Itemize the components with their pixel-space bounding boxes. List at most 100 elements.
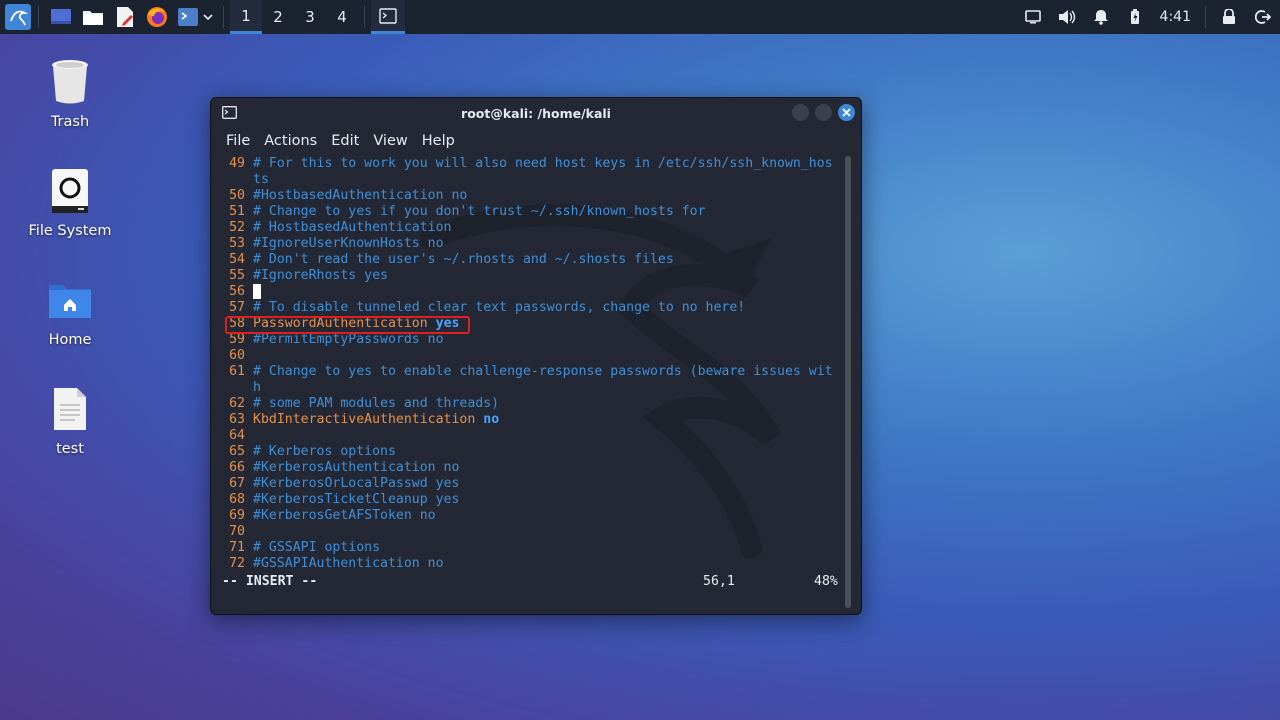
line-number: 72 xyxy=(229,556,245,571)
scrollbar[interactable] xyxy=(845,156,851,608)
editor-line[interactable]: 60 xyxy=(221,348,833,364)
editor-line[interactable]: 68 #KerberosTicketCleanup yes xyxy=(221,492,833,508)
kali-menu-button[interactable] xyxy=(0,0,32,34)
workspace-2[interactable]: 2 xyxy=(262,0,294,34)
vim-editor[interactable]: 49 # For this to work you will also need … xyxy=(221,156,833,596)
menu-help[interactable]: Help xyxy=(415,133,462,149)
clock[interactable]: 4:41 xyxy=(1152,9,1199,25)
display-icon xyxy=(1024,10,1041,24)
menu-view[interactable]: View xyxy=(366,133,414,149)
show-desktop-button[interactable] xyxy=(45,0,77,34)
editor-line[interactable]: 69 #KerberosGetAFSToken no xyxy=(221,508,833,524)
desktop-icon-trash[interactable]: Trash xyxy=(15,58,125,130)
editor-line[interactable]: 53 #IgnoreUserKnownHosts no xyxy=(221,236,833,252)
line-number: 50 xyxy=(229,188,245,203)
desktop-icon-label: File System xyxy=(28,223,112,239)
line-number: 53 xyxy=(229,236,245,251)
editor-line[interactable]: 65 # Kerberos options xyxy=(221,444,833,460)
line-number: 60 xyxy=(229,348,245,363)
line-text: #KerberosAuthentication no xyxy=(253,460,460,475)
logout-button[interactable] xyxy=(1246,0,1280,34)
line-text: # Change to yes if you don't trust ~/.ss… xyxy=(253,204,706,219)
text-editor-icon xyxy=(117,7,133,27)
window-title: root@kali: /home/kali xyxy=(461,105,611,121)
window-titlebar[interactable]: root@kali: /home/kali xyxy=(211,98,861,128)
line-text: #KerberosTicketCleanup yes xyxy=(253,492,460,507)
line-number: 64 xyxy=(229,428,245,443)
editor-line[interactable]: 71 # GSSAPI options xyxy=(221,540,833,556)
desktop-icon-file-system[interactable]: File System xyxy=(15,167,125,239)
line-number: 67 xyxy=(229,476,245,491)
terminal-launcher-button[interactable] xyxy=(173,0,217,34)
editor-line[interactable]: 56 xyxy=(221,284,833,300)
terminal-icon xyxy=(379,7,397,24)
close-icon xyxy=(842,108,851,117)
desktop-icon-label: test xyxy=(56,441,84,457)
battery-button[interactable] xyxy=(1118,0,1152,34)
menu-edit[interactable]: Edit xyxy=(324,133,366,149)
workspace-4[interactable]: 4 xyxy=(326,0,358,34)
editor-line[interactable]: 64 xyxy=(221,428,833,444)
line-text: KbdInteractiveAuthentication no xyxy=(253,412,499,428)
lock-icon xyxy=(1223,9,1235,24)
lock-screen-button[interactable] xyxy=(1212,0,1246,34)
editor-line[interactable]: 72 #GSSAPIAuthentication no xyxy=(221,556,833,572)
firefox-button[interactable] xyxy=(141,0,173,34)
text-editor-button[interactable] xyxy=(109,0,141,34)
desktop-icon xyxy=(51,9,71,24)
editor-line[interactable]: 70 xyxy=(221,524,833,540)
home-folder-icon xyxy=(46,276,94,324)
line-text: #KerberosOrLocalPasswd yes xyxy=(253,476,460,491)
line-text: # GSSAPI options xyxy=(253,540,381,555)
desktop-icon-test[interactable]: test xyxy=(15,385,125,457)
workspace-3[interactable]: 3 xyxy=(294,0,326,34)
editor-line[interactable]: 51 # Change to yes if you don't trust ~/.… xyxy=(221,204,833,220)
editor-line[interactable]: 66 #KerberosAuthentication no xyxy=(221,460,833,476)
menu-bar: File Actions Edit View Help xyxy=(211,128,861,154)
maximize-button[interactable] xyxy=(815,104,832,121)
editor-line[interactable]: 52 # HostbasedAuthentication xyxy=(221,220,833,236)
terminal-icon xyxy=(222,106,237,119)
line-text: #GSSAPIAuthentication no xyxy=(253,556,444,571)
editor-line[interactable]: 57 # To disable tunneled clear text passw… xyxy=(221,300,833,316)
volume-button[interactable] xyxy=(1050,0,1084,34)
editor-line[interactable]: 54 # Don't read the user's ~/.rhosts and … xyxy=(221,252,833,268)
editor-line[interactable]: 67 #KerberosOrLocalPasswd yes xyxy=(221,476,833,492)
minimize-button[interactable] xyxy=(792,104,809,121)
line-text: # For this to work you will also need ho… xyxy=(253,156,833,171)
line-number: 71 xyxy=(229,540,245,555)
logout-icon xyxy=(1255,10,1271,24)
line-number: 49 xyxy=(229,156,245,171)
menu-actions[interactable]: Actions xyxy=(257,133,324,149)
terminal-window[interactable]: root@kali: /home/kali File Actions Edit … xyxy=(210,97,862,615)
notifications-button[interactable] xyxy=(1084,0,1118,34)
menu-file[interactable]: File xyxy=(219,133,257,149)
editor-line[interactable]: 50 #HostbasedAuthentication no xyxy=(221,188,833,204)
volume-icon xyxy=(1058,10,1075,24)
editor-line[interactable]: 59 #PermitEmptyPasswords no xyxy=(221,332,833,348)
desktop-icon-home[interactable]: Home xyxy=(15,276,125,348)
scrollbar-thumb[interactable] xyxy=(845,156,851,608)
editor-line[interactable]: 63 KbdInteractiveAuthentication no xyxy=(221,412,833,428)
taskbar: 1 2 3 4 4:41 xyxy=(0,0,1280,34)
editor-line[interactable]: 49 # For this to work you will also need … xyxy=(221,156,833,172)
editor-line[interactable]: 61 # Change to yes to enable challenge-re… xyxy=(221,364,833,380)
line-number: 70 xyxy=(229,524,245,539)
vim-status-line: -- INSERT -- 56,1 48% xyxy=(221,574,838,590)
taskbar-terminal-window[interactable] xyxy=(371,0,405,34)
scroll-percent: 48% xyxy=(814,574,838,589)
workspace-1[interactable]: 1 xyxy=(230,0,262,34)
line-text: #KerberosGetAFSToken no xyxy=(253,508,436,523)
line-text: # Kerberos options xyxy=(253,444,396,459)
cursor-position: 56,1 xyxy=(703,574,735,589)
drive-icon xyxy=(46,167,94,215)
line-number: 51 xyxy=(229,204,245,219)
close-button[interactable] xyxy=(838,104,855,121)
editor-line[interactable]: 62 # some PAM modules and threads) xyxy=(221,396,833,412)
file-manager-button[interactable] xyxy=(77,0,109,34)
display-button[interactable] xyxy=(1016,0,1050,34)
line-text: # To disable tunneled clear text passwor… xyxy=(253,300,746,315)
editor-line[interactable]: 55 #IgnoreRhosts yes xyxy=(221,268,833,284)
separator xyxy=(1205,6,1206,28)
line-text xyxy=(253,284,261,300)
